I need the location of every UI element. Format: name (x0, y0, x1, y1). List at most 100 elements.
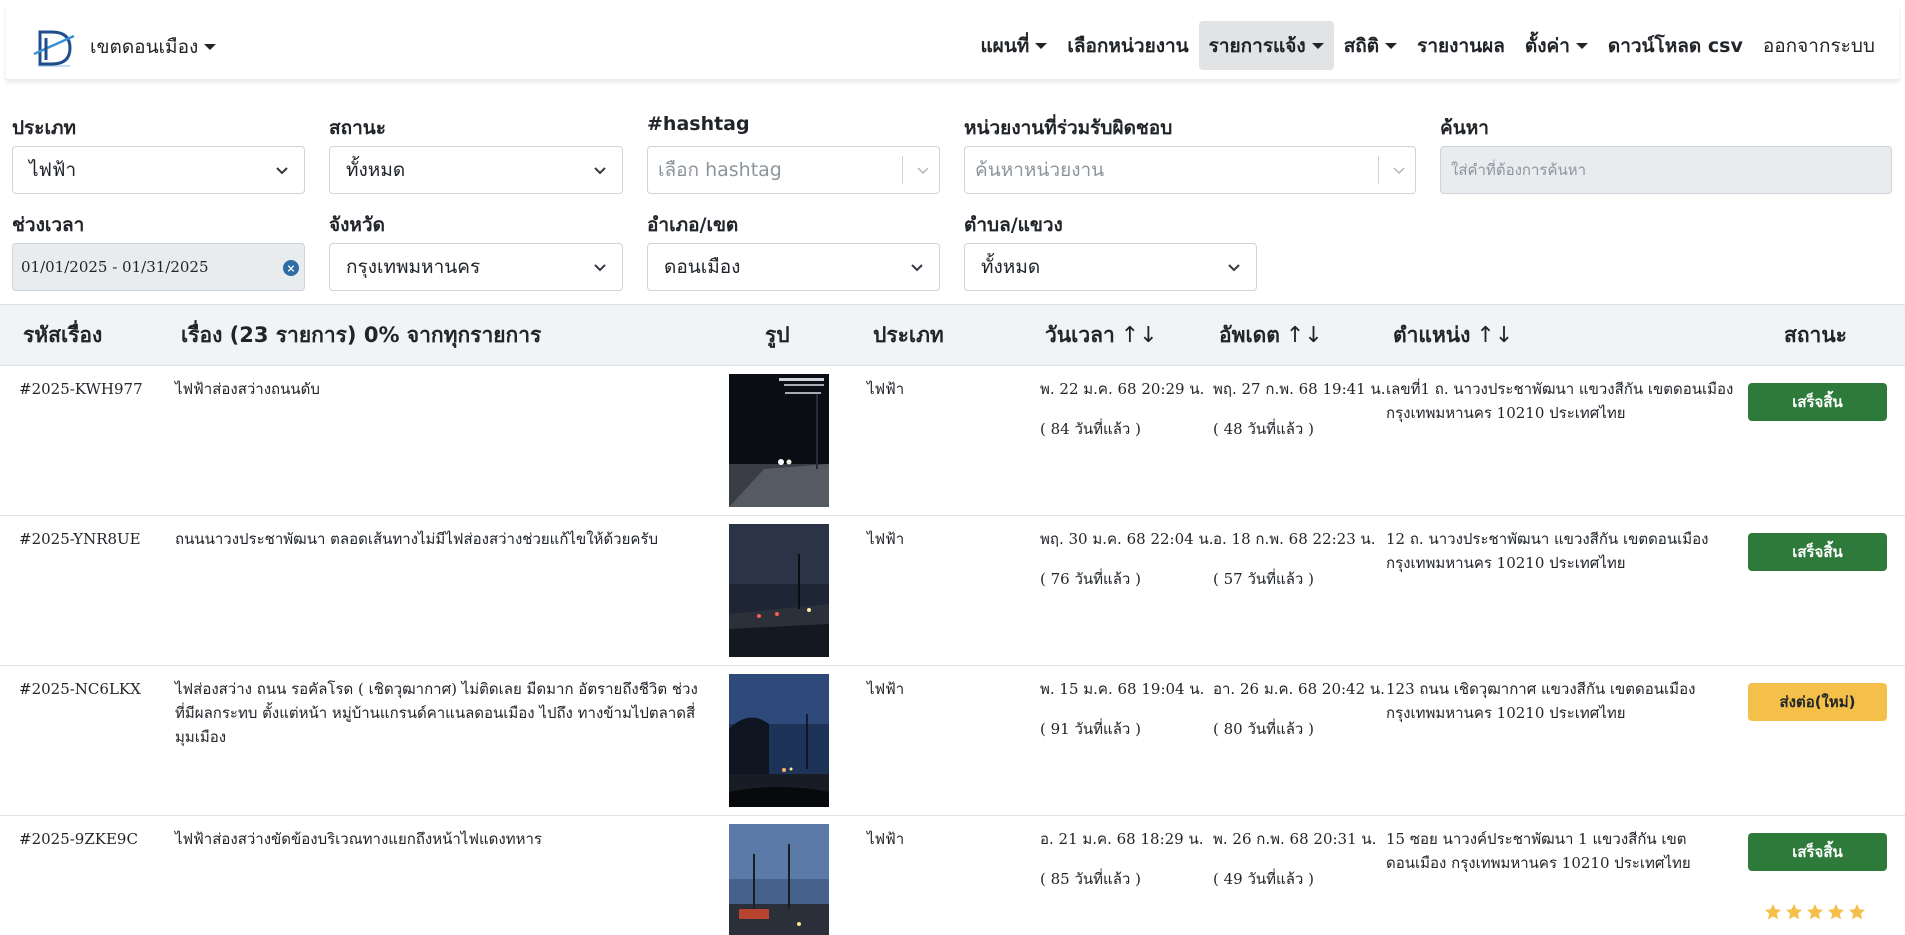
nav-select-agency-label: เลือกหน่วยงาน (1067, 34, 1189, 57)
th-updated-label: อัพเดต (1219, 322, 1280, 347)
filter-district-value: ดอนเมือง (664, 256, 741, 278)
report-date-text: พ. 15 ม.ค. 68 19:04 น. (1040, 680, 1205, 698)
th-location[interactable]: ตำแหน่ง ↑↓ (1393, 305, 1513, 365)
report-type: ไฟฟ้า (867, 380, 905, 398)
filter-status-select[interactable]: ทั้งหมด (329, 146, 623, 194)
chevron-down-icon (276, 167, 288, 175)
rating-stars (1764, 903, 1866, 921)
report-updated-text: พ. 26 ก.พ. 68 20:31 น. (1213, 830, 1377, 848)
th-location-label: ตำแหน่ง (1393, 322, 1471, 347)
report-id[interactable]: #2025-KWH977 (19, 377, 143, 401)
report-photo[interactable] (729, 374, 829, 507)
table-row[interactable]: #2025-YNR8UE ถนนนาวงประชาพัฒนา ตลอดเส้นท… (0, 516, 1905, 666)
th-id: รหัสเรื่อง (23, 322, 103, 347)
brand[interactable]: เขตดอนเมือง (30, 24, 217, 70)
th-updated[interactable]: อัพเดต ↑↓ (1219, 305, 1323, 365)
th-date[interactable]: วันเวลา ↑↓ (1045, 305, 1158, 365)
report-updated-ago: ( 57 วันที่แล้ว ) (1213, 570, 1314, 588)
filter-province-select[interactable]: กรุงเทพมหานคร (329, 243, 623, 291)
star-icon (1764, 903, 1782, 920)
report-id[interactable]: #2025-NC6LKX (19, 677, 141, 701)
report-title[interactable]: ไฟฟ้าส่องสว่างถนนดับ (175, 377, 700, 401)
search-input[interactable]: ใส่คำที่ต้องการค้นหา (1440, 146, 1892, 194)
chevron-down-icon (204, 44, 217, 50)
report-updated: พ. 26 ก.พ. 68 20:31 น. ( 49 วันที่แล้ว ) (1213, 827, 1376, 891)
filter-agency-select[interactable]: ค้นหาหน่วยงาน (964, 146, 1416, 194)
report-photo[interactable] (729, 824, 829, 935)
report-date-text: อ. 21 ม.ค. 68 18:29 น. (1040, 830, 1204, 848)
sort-icon[interactable]: ↑↓ (1286, 323, 1323, 348)
report-date: พ. 22 ม.ค. 68 20:29 น. ( 84 วันที่แล้ว ) (1040, 377, 1204, 441)
district-switcher[interactable]: เขตดอนเมือง (90, 32, 217, 62)
chevron-down-icon (911, 264, 923, 272)
report-title[interactable]: ไฟฟ้าส่องสว่างขัดข้องบริเวณทางแยกถึงหน้า… (175, 827, 700, 851)
chevron-down-icon (1575, 42, 1588, 49)
report-title[interactable]: ถนนนาวงประชาพัฒนา ตลอดเส้นทางไม่มีไฟส่อง… (175, 527, 700, 551)
nav-results[interactable]: รายงานผล (1407, 21, 1515, 70)
nav-settings[interactable]: ตั้งค่า (1515, 21, 1598, 70)
filter-period-label: ช่วงเวลา (12, 214, 85, 236)
nav-map[interactable]: แผนที่ (970, 21, 1057, 70)
filter-subdistrict-label: ตำบล/แขวง (964, 214, 1063, 236)
report-date-ago: ( 76 วันที่แล้ว ) (1040, 570, 1141, 588)
status-badge[interactable]: เสร็จสิ้น (1748, 833, 1887, 871)
nav-download-csv[interactable]: ดาวน์โหลด csv (1598, 21, 1753, 70)
filter-hashtag-select[interactable]: เลือก hashtag (647, 146, 940, 194)
report-photo[interactable] (729, 674, 829, 807)
report-date-text: พ. 22 ม.ค. 68 20:29 น. (1040, 380, 1205, 398)
clear-icon[interactable]: × (283, 260, 299, 276)
report-updated-text: อ. 18 ก.พ. 68 22:23 น. (1213, 530, 1376, 548)
report-updated-ago: ( 80 วันที่แล้ว ) (1213, 720, 1314, 738)
table-row[interactable]: #2025-NC6LKX ไฟส่องสว่าง ถนน รอคัลโรด ( … (0, 666, 1905, 816)
nav-download-csv-label: ดาวน์โหลด csv (1607, 34, 1743, 57)
report-location: เลขที่1 ถ. นาวงประชาพัฒนา แขวงสีกัน เขตด… (1386, 380, 1734, 422)
report-location: 12 ถ. นาวงประชาพัฒนา แขวงสีกัน เขตดอนเมื… (1386, 530, 1709, 572)
report-type: ไฟฟ้า (867, 530, 905, 548)
filter-district-select[interactable]: ดอนเมือง (647, 243, 940, 291)
report-date-ago: ( 85 วันที่แล้ว ) (1040, 870, 1141, 888)
star-icon (1785, 903, 1803, 920)
chevron-down-icon (1385, 42, 1398, 49)
chevron-down-icon (594, 264, 606, 272)
report-id[interactable]: #2025-9ZKE9C (19, 827, 138, 851)
status-badge[interactable]: ส่งต่อ(ใหม่) (1748, 683, 1887, 721)
nav-stats[interactable]: สถิติ (1334, 21, 1407, 70)
report-updated-text: อา. 26 ม.ค. 68 20:42 น. (1213, 680, 1385, 698)
report-updated: พฤ. 27 ก.พ. 68 19:41 น. ( 48 วันที่แล้ว ) (1213, 377, 1386, 441)
nav-logout-label: ออกจากระบบ (1762, 34, 1875, 57)
filter-subdistrict-select[interactable]: ทั้งหมด (964, 243, 1257, 291)
district-label: เขตดอนเมือง (90, 36, 199, 58)
report-title[interactable]: ไฟส่องสว่าง ถนน รอคัลโรด ( เชิดวุฒากาศ) … (175, 677, 700, 749)
date-range-input[interactable]: 01/01/2025 - 01/31/2025 × (12, 243, 305, 291)
status-badge[interactable]: เสร็จสิ้น (1748, 383, 1887, 421)
sort-icon[interactable]: ↑↓ (1476, 323, 1513, 348)
top-navbar: เขตดอนเมือง แผนที่ เลือกหน่วยงาน รายการแ… (6, 6, 1899, 80)
filter-province-value: กรุงเทพมหานคร (346, 256, 481, 278)
table-row[interactable]: #2025-9ZKE9C ไฟฟ้าส่องสว่างขัดข้องบริเวณ… (0, 816, 1905, 935)
filter-district-label: อำเภอ/เขต (647, 214, 739, 236)
th-title: เรื่อง (23 รายการ) 0% จากทุกรายการ (181, 322, 542, 347)
filter-type-select[interactable]: ไฟฟ้า (12, 146, 305, 194)
report-photo[interactable] (729, 524, 829, 657)
nav-reports-label: รายการแจ้ง (1208, 34, 1306, 57)
chevron-down-icon (594, 167, 606, 175)
nav-results-label: รายงานผล (1417, 34, 1505, 57)
report-updated: อ. 18 ก.พ. 68 22:23 น. ( 57 วันที่แล้ว ) (1213, 527, 1376, 591)
report-location: 15 ซอย นาวงค์ประชาพัฒนา 1 แขวงสีกัน เขตด… (1386, 830, 1691, 872)
sort-icon[interactable]: ↑↓ (1121, 323, 1158, 348)
main-nav: แผนที่ เลือกหน่วยงาน รายการแจ้ง สถิติ รา… (970, 21, 1885, 70)
report-updated-text: พฤ. 27 ก.พ. 68 19:41 น. (1213, 380, 1386, 398)
report-location: 123 ถนน เชิดวุฒากาศ แขวงสีกัน เขตดอนเมือ… (1386, 680, 1696, 722)
nav-reports[interactable]: รายการแจ้ง (1198, 21, 1334, 70)
th-image: รูป (765, 322, 790, 347)
filter-agency-label: หน่วยงานที่ร่วมรับผิดชอบ (964, 117, 1173, 139)
status-badge[interactable]: เสร็จสิ้น (1748, 533, 1887, 571)
nav-select-agency[interactable]: เลือกหน่วยงาน (1057, 21, 1198, 70)
report-type: ไฟฟ้า (867, 680, 905, 698)
report-type: ไฟฟ้า (867, 830, 905, 848)
divider (902, 156, 903, 184)
nav-logout[interactable]: ออกจากระบบ (1753, 21, 1885, 70)
chevron-down-icon (1311, 42, 1324, 49)
table-row[interactable]: #2025-KWH977 ไฟฟ้าส่องสว่างถนนดับ ไฟฟ้า … (0, 366, 1905, 516)
report-id[interactable]: #2025-YNR8UE (19, 527, 141, 551)
